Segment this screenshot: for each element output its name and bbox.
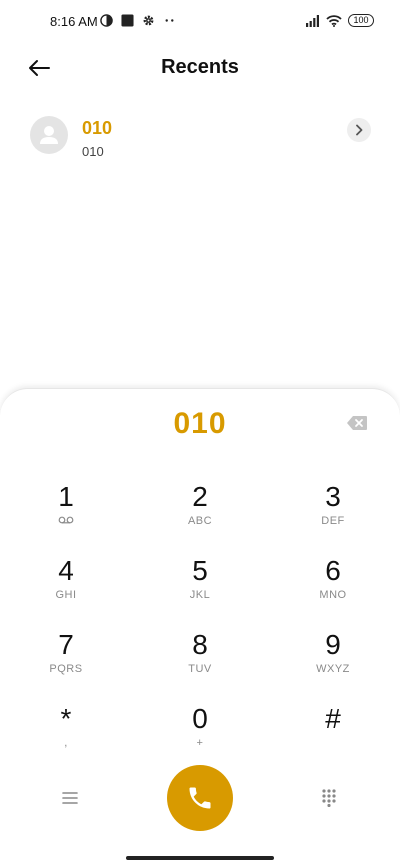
battery-indicator: 100: [348, 14, 374, 27]
status-right-icons: 100: [306, 14, 374, 27]
key-9[interactable]: 9 WXYZ: [278, 629, 388, 693]
menu-icon: [62, 792, 78, 804]
wifi-icon: [326, 14, 342, 27]
menu-button[interactable]: [50, 778, 90, 818]
key-digit: 5: [192, 555, 208, 586]
status-bar: 8:16 AM 100: [0, 0, 400, 44]
header: Recents: [0, 48, 400, 88]
phone-icon: [189, 787, 211, 809]
more-dots-icon: [165, 19, 174, 22]
settings-gear-icon: [143, 15, 154, 26]
key-digit: 8: [192, 629, 208, 660]
status-left-icons: [100, 14, 176, 27]
key-1[interactable]: 1: [11, 481, 121, 545]
dialpad-panel: 010 1 2 ABC 3 DEF 4 GHI 5 JKL 6 MNO 7 PQ…: [0, 388, 400, 866]
dialpad-toggle-button[interactable]: [309, 778, 349, 818]
key-8[interactable]: 8 TUV: [145, 629, 255, 693]
key-digit: 1: [58, 481, 74, 512]
person-icon: [40, 126, 58, 144]
key-digit: #: [325, 703, 341, 734]
dialed-number: 010: [173, 407, 227, 440]
chevron-right-icon: [356, 124, 363, 136]
key-2[interactable]: 2 ABC: [145, 481, 255, 545]
voicemail-icon: [11, 515, 121, 527]
key-letters: JKL: [189, 589, 211, 601]
contact-details-button[interactable]: [347, 118, 371, 142]
avatar: [30, 116, 68, 154]
dialpad-icon: [322, 789, 336, 807]
page-title: Recents: [161, 56, 239, 78]
key-digit: 2: [192, 481, 208, 512]
backspace-button[interactable]: [346, 415, 368, 431]
key-5[interactable]: 5 JKL: [145, 555, 255, 619]
key-3[interactable]: 3 DEF: [278, 481, 388, 545]
square-status-icon: [121, 14, 134, 27]
key-6[interactable]: 6 MNO: [278, 555, 388, 619]
key-digit: *: [60, 703, 72, 734]
key-letters: PQRS: [49, 663, 83, 675]
key-letters: DEF: [321, 515, 345, 527]
status-time: 8:16 AM: [50, 14, 98, 29]
key-7[interactable]: 7 PQRS: [11, 629, 121, 693]
key-letters: WXYZ: [316, 663, 350, 675]
recent-call-name: 010: [82, 118, 113, 138]
key-digit: 4: [58, 555, 74, 586]
call-button[interactable]: [167, 765, 233, 831]
key-4[interactable]: 4 GHI: [11, 555, 121, 619]
recent-call-number: 010: [82, 144, 104, 159]
key-digit: 7: [58, 629, 74, 660]
signal-icon: [306, 14, 319, 27]
key-letters: ,: [64, 737, 68, 749]
pie-status-icon: [100, 14, 113, 27]
key-digit: 0: [192, 703, 208, 734]
key-letters: GHI: [55, 589, 77, 601]
key-letters: TUV: [188, 663, 212, 675]
key-letters: MNO: [319, 589, 347, 601]
key-star[interactable]: * ,: [11, 703, 121, 767]
key-letters: +: [196, 737, 204, 749]
home-indicator[interactable]: [126, 856, 274, 860]
recent-call-item[interactable]: 010 010: [30, 114, 375, 162]
key-0[interactable]: 0 +: [145, 703, 255, 767]
backspace-icon: [347, 416, 367, 430]
key-hash[interactable]: #: [278, 703, 388, 767]
key-digit: 6: [325, 555, 341, 586]
key-digit: 9: [325, 629, 341, 660]
key-digit: 3: [325, 481, 341, 512]
key-letters: ABC: [187, 515, 213, 527]
